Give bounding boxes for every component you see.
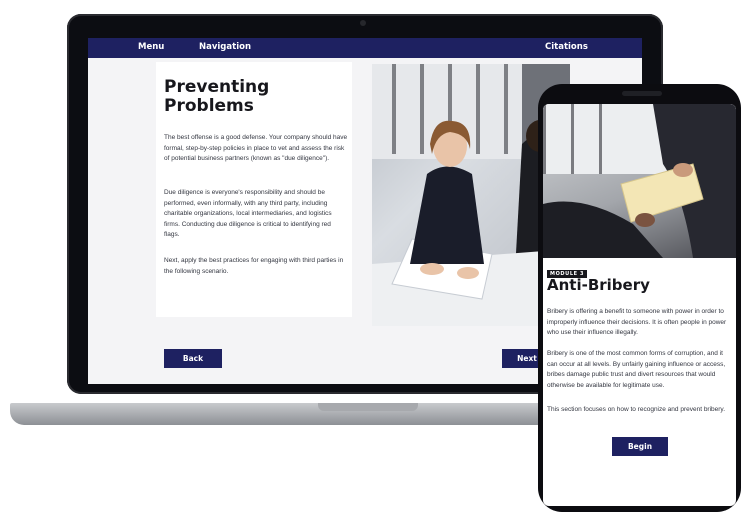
back-button[interactable]: Back <box>164 349 222 368</box>
webcam-icon <box>360 20 366 26</box>
phone-paragraph-1: Bribery is offering a benefit to someone… <box>547 308 727 336</box>
paragraph-2: Due diligence is everyone's responsibili… <box>164 189 332 238</box>
phone-page-title: Anti-Bribery <box>547 276 650 294</box>
top-navigation-bar: Menu Navigation Citations <box>88 38 642 58</box>
begin-button[interactable]: Begin <box>612 437 668 456</box>
phone-screen: MODULE 3 Anti-Bribery Bribery is offerin… <box>543 104 736 506</box>
phone-paragraph-3: This section focuses on how to recognize… <box>547 406 726 413</box>
laptop-hinge-notch <box>318 403 418 411</box>
phone-speaker-icon <box>622 91 662 96</box>
paragraph-1: The best offense is a good defense. Your… <box>164 134 348 162</box>
citations-link[interactable]: Citations <box>545 42 588 52</box>
phone-paragraph-2: Bribery is one of the most common forms … <box>547 350 726 389</box>
navigation-link[interactable]: Navigation <box>199 42 251 52</box>
menu-link[interactable]: Menu <box>138 42 164 52</box>
page-title: Preventing Problems <box>164 77 270 116</box>
handshake-envelope-photo <box>543 104 736 258</box>
paragraph-3: Next, apply the best practices for engag… <box>164 257 344 275</box>
